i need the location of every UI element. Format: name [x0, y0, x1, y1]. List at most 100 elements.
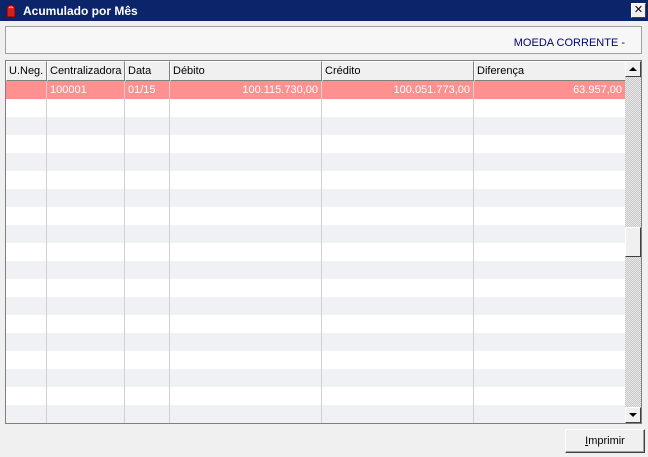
empty-cell	[125, 333, 170, 351]
empty-cell	[474, 171, 626, 189]
column-header-debito[interactable]: Débito	[170, 61, 322, 81]
empty-row	[6, 261, 626, 279]
empty-row	[6, 387, 626, 405]
empty-cell	[474, 99, 626, 117]
column-header-centralizadora[interactable]: Centralizadora	[47, 61, 125, 81]
empty-cell	[6, 261, 47, 279]
empty-cell	[474, 351, 626, 369]
empty-cell	[125, 297, 170, 315]
empty-cell	[322, 99, 474, 117]
vertical-scrollbar[interactable]	[625, 61, 641, 423]
app-icon	[3, 3, 19, 19]
print-button[interactable]: Imprimir	[565, 429, 645, 453]
empty-cell	[47, 171, 125, 189]
empty-cell	[125, 315, 170, 333]
empty-cell	[47, 297, 125, 315]
empty-cell	[47, 99, 125, 117]
cell-u-neg	[6, 81, 47, 99]
empty-row	[6, 297, 626, 315]
column-header-data[interactable]: Data	[125, 61, 170, 81]
title-bar: Acumulado por Mês ✕	[0, 0, 648, 21]
empty-row	[6, 225, 626, 243]
currency-label: MOEDA CORRENTE -	[513, 37, 625, 49]
empty-cell	[125, 387, 170, 405]
empty-cell	[474, 405, 626, 423]
empty-cell	[322, 405, 474, 423]
table-row[interactable]: 100001 01/15 100.115.730,00 100.051.773,…	[6, 81, 626, 99]
empty-cell	[47, 351, 125, 369]
empty-cell	[322, 135, 474, 153]
empty-cell	[170, 405, 322, 423]
empty-cell	[474, 207, 626, 225]
empty-cell	[474, 243, 626, 261]
empty-cell	[125, 171, 170, 189]
empty-cell	[125, 207, 170, 225]
empty-cell	[170, 369, 322, 387]
empty-cell	[47, 153, 125, 171]
empty-cell	[170, 135, 322, 153]
empty-cell	[474, 315, 626, 333]
empty-cell	[6, 369, 47, 387]
info-panel: MOEDA CORRENTE -	[5, 26, 642, 54]
empty-cell	[170, 99, 322, 117]
empty-cell	[322, 189, 474, 207]
close-icon: ✕	[633, 4, 644, 16]
window-title: Acumulado por Mês	[23, 3, 138, 18]
empty-cell	[474, 297, 626, 315]
empty-cell	[47, 333, 125, 351]
column-header-diferenca[interactable]: Diferença	[474, 61, 626, 81]
empty-cell	[170, 351, 322, 369]
empty-cell	[125, 117, 170, 135]
empty-cell	[6, 207, 47, 225]
empty-cell	[322, 387, 474, 405]
empty-cell	[322, 351, 474, 369]
empty-cell	[125, 279, 170, 297]
empty-cell	[47, 207, 125, 225]
empty-cell	[125, 225, 170, 243]
empty-cell	[6, 405, 47, 423]
cell-centralizadora: 100001	[47, 81, 125, 99]
empty-cell	[47, 135, 125, 153]
cell-diferenca: 63.957,00	[474, 81, 626, 99]
empty-cell	[474, 153, 626, 171]
grid-header: U.Neg. Centralizadora Data Débito Crédit…	[6, 61, 626, 81]
empty-cell	[474, 333, 626, 351]
empty-cell	[474, 225, 626, 243]
data-grid[interactable]: U.Neg. Centralizadora Data Débito Crédit…	[5, 60, 642, 424]
empty-cell	[474, 261, 626, 279]
empty-cell	[47, 315, 125, 333]
empty-row	[6, 135, 626, 153]
empty-cell	[125, 351, 170, 369]
empty-cell	[6, 297, 47, 315]
empty-cell	[6, 387, 47, 405]
empty-cell	[474, 369, 626, 387]
empty-cell	[125, 243, 170, 261]
empty-cell	[322, 225, 474, 243]
empty-cell	[47, 405, 125, 423]
empty-cell	[322, 333, 474, 351]
empty-cell	[170, 171, 322, 189]
column-header-credito[interactable]: Crédito	[322, 61, 474, 81]
empty-cell	[125, 405, 170, 423]
empty-cell	[474, 117, 626, 135]
empty-cell	[170, 117, 322, 135]
column-header-u-neg[interactable]: U.Neg.	[6, 61, 47, 81]
empty-cell	[47, 117, 125, 135]
empty-row	[6, 189, 626, 207]
cell-data: 01/15	[125, 81, 170, 99]
scroll-thumb[interactable]	[625, 227, 641, 257]
empty-cell	[47, 243, 125, 261]
empty-cell	[170, 387, 322, 405]
empty-cell	[6, 225, 47, 243]
empty-cell	[47, 279, 125, 297]
empty-cell	[322, 207, 474, 225]
empty-cell	[322, 153, 474, 171]
empty-cell	[6, 189, 47, 207]
empty-row	[6, 351, 626, 369]
scroll-up-button[interactable]	[625, 61, 641, 77]
empty-cell	[6, 117, 47, 135]
empty-cell	[6, 135, 47, 153]
close-button[interactable]: ✕	[631, 3, 646, 18]
scroll-down-button[interactable]	[625, 407, 641, 423]
empty-cell	[322, 243, 474, 261]
